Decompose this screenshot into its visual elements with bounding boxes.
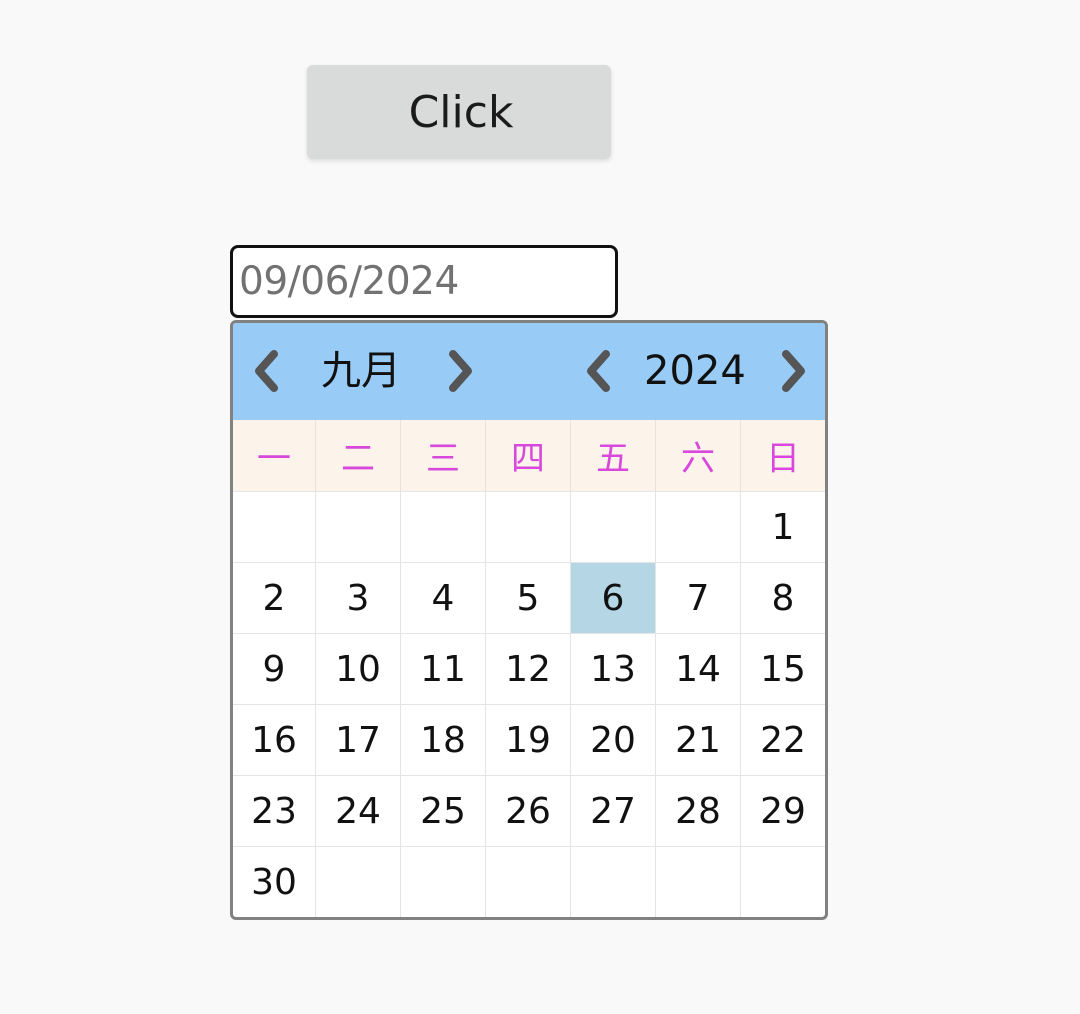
weekday-label: 一 — [233, 420, 316, 491]
empty-day-cell — [316, 846, 401, 917]
month-label[interactable]: 九月 — [321, 345, 401, 397]
day-cell[interactable]: 23 — [233, 775, 316, 846]
day-cell[interactable]: 29 — [741, 775, 825, 846]
prev-year-button[interactable] — [579, 349, 619, 395]
day-cell[interactable]: 18 — [401, 704, 486, 775]
day-cell[interactable]: 9 — [233, 633, 316, 704]
empty-day-cell — [656, 491, 741, 562]
empty-day-cell — [401, 846, 486, 917]
day-cell[interactable]: 13 — [571, 633, 656, 704]
year-label[interactable]: 2024 — [644, 345, 746, 397]
day-cell[interactable]: 26 — [486, 775, 571, 846]
day-cell[interactable]: 11 — [401, 633, 486, 704]
day-cell[interactable]: 5 — [486, 562, 571, 633]
date-input[interactable] — [233, 248, 615, 315]
day-cell[interactable]: 8 — [741, 562, 825, 633]
day-cell[interactable]: 1 — [741, 491, 825, 562]
day-cell[interactable]: 3 — [316, 562, 401, 633]
chevron-left-icon — [584, 349, 614, 396]
day-cell[interactable]: 20 — [571, 704, 656, 775]
prev-month-button[interactable] — [247, 349, 287, 395]
day-cell[interactable]: 19 — [486, 704, 571, 775]
day-cell[interactable]: 22 — [741, 704, 825, 775]
weekday-label: 日 — [766, 439, 800, 479]
empty-day-cell — [486, 846, 571, 917]
weekday-header-row: 一 二 三 四 五 六 日 — [233, 420, 825, 491]
empty-day-cell — [741, 846, 825, 917]
day-cell-selected[interactable]: 6 — [571, 562, 656, 633]
day-cell[interactable]: 7 — [656, 562, 741, 633]
day-cell[interactable]: 30 — [233, 846, 316, 917]
weekday-label: 二 — [316, 420, 401, 491]
day-cell[interactable]: 27 — [571, 775, 656, 846]
day-cell[interactable]: 24 — [316, 775, 401, 846]
empty-day-cell — [401, 491, 486, 562]
calendar-popup: 九月 2024 一 二 三 四 五 六 日 1 2 3 4 5 6 7 8 9 10 11 12 13 1… — [230, 320, 828, 920]
empty-day-cell — [571, 846, 656, 917]
day-cell[interactable]: 21 — [656, 704, 741, 775]
day-cell[interactable]: 15 — [741, 633, 825, 704]
day-cell[interactable]: 10 — [316, 633, 401, 704]
chevron-right-icon — [778, 349, 808, 396]
empty-day-cell — [571, 491, 656, 562]
weekday-label: 五 — [571, 420, 656, 491]
next-month-button[interactable] — [440, 349, 480, 395]
day-cell[interactable]: 2 — [233, 562, 316, 633]
weekday-label: 六 — [656, 420, 741, 491]
day-cell[interactable]: 28 — [656, 775, 741, 846]
day-cell[interactable]: 14 — [656, 633, 741, 704]
calendar-header: 九月 2024 — [233, 323, 825, 420]
days-grid: 1 2 3 4 5 6 7 8 9 10 11 12 13 14 15 16 17 18 19 20 21 22 23 24 2… — [233, 491, 825, 917]
next-year-button[interactable] — [773, 349, 813, 395]
day-cell[interactable]: 16 — [233, 704, 316, 775]
day-cell[interactable]: 4 — [401, 562, 486, 633]
weekday-label: 四 — [486, 420, 571, 491]
day-cell[interactable]: 17 — [316, 704, 401, 775]
day-cell[interactable]: 25 — [401, 775, 486, 846]
empty-day-cell — [486, 491, 571, 562]
empty-day-cell — [233, 491, 316, 562]
empty-day-cell — [316, 491, 401, 562]
date-picker — [230, 245, 618, 318]
chevron-left-icon — [252, 349, 282, 396]
weekday-label: 三 — [401, 420, 486, 491]
day-cell[interactable]: 12 — [486, 633, 571, 704]
empty-day-cell — [656, 846, 741, 917]
chevron-right-icon — [445, 349, 475, 396]
click-button[interactable]: Click — [307, 65, 611, 159]
